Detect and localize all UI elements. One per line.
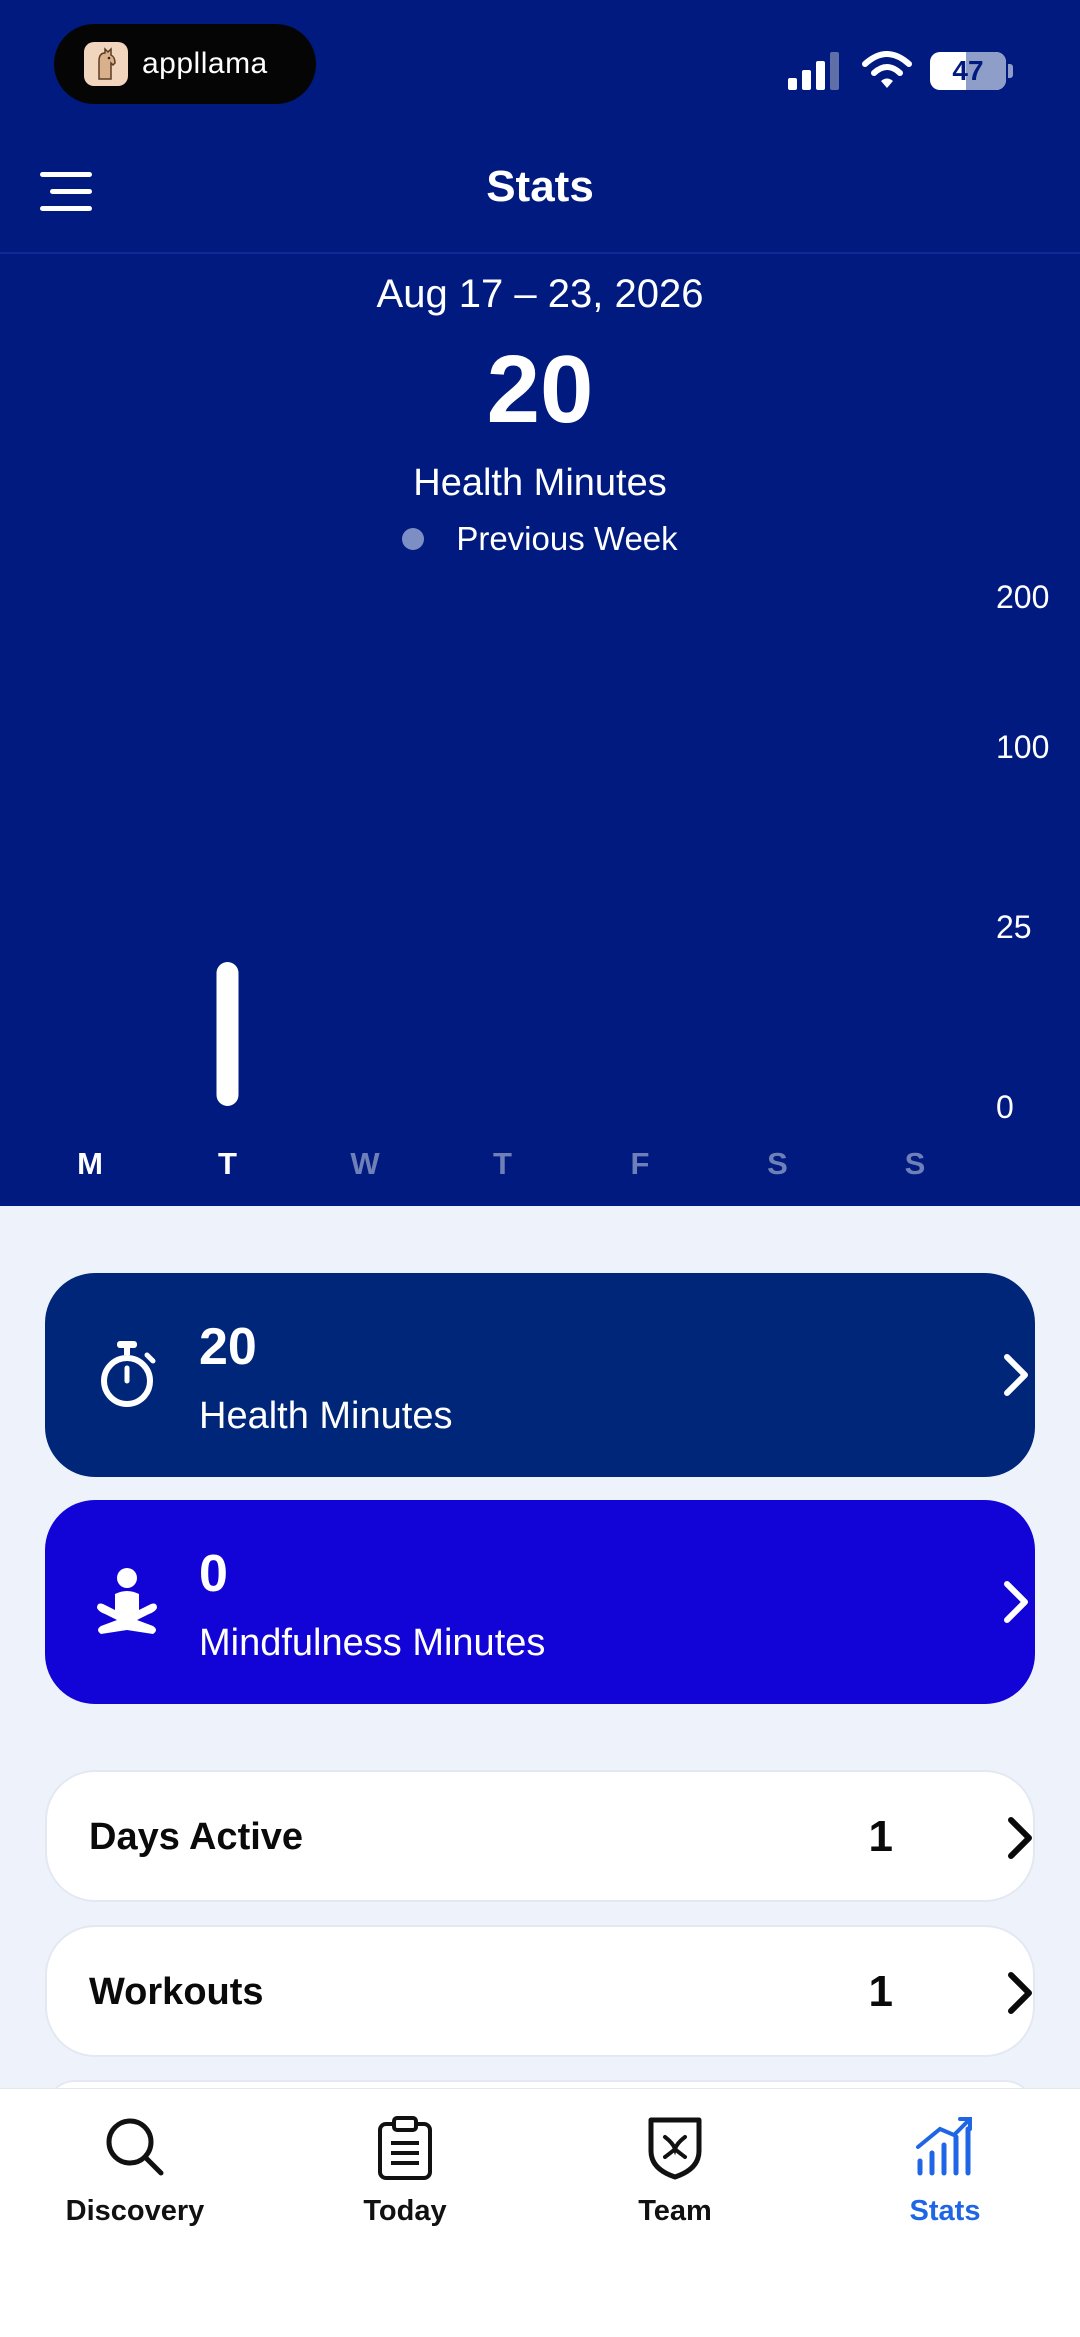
chart-canvas: 200 100 25 0 M T W T F S S (77, 579, 1049, 1181)
x-tick-label: S (767, 1146, 788, 1181)
tab-label: Discovery (65, 2195, 205, 2227)
health-minutes-card[interactable]: 20 Health Minutes (45, 1273, 1035, 1477)
mindfulness-minutes-label: Mindfulness Minutes (199, 1622, 546, 1664)
chevron-right-icon (1008, 1972, 1032, 2014)
days-active-row[interactable]: Days Active 1 (45, 1770, 1035, 1902)
tab-stats[interactable]: Stats (810, 2089, 1080, 2289)
battery-level: 47 (952, 55, 984, 86)
chart-legend: Previous Week (0, 520, 1080, 558)
y-tick-label: 25 (996, 909, 1032, 945)
search-icon (106, 2118, 164, 2176)
y-tick-label: 100 (996, 729, 1049, 765)
weekly-bar-chart: 200 100 25 0 M T W T F S S (0, 560, 1080, 1200)
mindfulness-minutes-value: 0 (199, 1545, 228, 1603)
workouts-label: Workouts (89, 1971, 264, 2013)
workouts-row[interactable]: Workouts 1 (45, 1925, 1035, 2057)
chevron-right-icon (1004, 1354, 1028, 1396)
days-active-label: Days Active (89, 1816, 304, 1858)
chevron-right-icon (1004, 1581, 1028, 1623)
app-badge-label: appllama (142, 47, 268, 80)
x-tick-label: W (350, 1146, 380, 1181)
tab-team[interactable]: Team (540, 2089, 810, 2289)
legend-dot-icon (402, 528, 425, 550)
x-tick-label: F (631, 1146, 650, 1181)
clipboard-icon (378, 2116, 432, 2180)
health-minutes-label: Health Minutes (199, 1395, 453, 1437)
tab-label: Stats (909, 2195, 981, 2227)
battery-icon: 47 (930, 52, 1006, 90)
workouts-value: 1 (868, 1967, 893, 2016)
x-tick-label: T (218, 1146, 237, 1181)
stopwatch-icon (101, 1341, 156, 1407)
y-tick-label: 200 (996, 579, 1049, 615)
status-bar: appllama 47 (0, 0, 1080, 120)
app-badge[interactable]: appllama (54, 24, 316, 104)
days-active-value: 1 (868, 1812, 893, 1861)
shield-icon (648, 2117, 702, 2180)
health-minutes-value: 20 (199, 1318, 257, 1376)
cellular-signal-icon (788, 52, 839, 90)
tab-today[interactable]: Today (270, 2089, 540, 2289)
nav-bar: Stats (0, 132, 1080, 252)
meditation-icon (97, 1568, 157, 1634)
llama-logo-icon (84, 42, 128, 86)
x-tick-label: T (493, 1146, 512, 1181)
x-tick-label: S (905, 1146, 926, 1181)
x-tick-label: M (77, 1146, 103, 1181)
tab-discovery[interactable]: Discovery (0, 2089, 270, 2289)
tab-bar: Discovery Today Team Stats (0, 2088, 1080, 2337)
page-title: Stats (486, 162, 594, 211)
total-value: 20 (486, 336, 594, 443)
y-tick-label: 0 (996, 1089, 1014, 1125)
legend-label: Previous Week (456, 520, 678, 557)
stats-header-panel: appllama 47 Stats Aug 17 – 23, 2026 20 H… (0, 0, 1080, 1206)
tab-label: Today (363, 2195, 447, 2227)
wifi-icon (862, 51, 912, 88)
divider (0, 252, 1080, 254)
chart-bar[interactable] (216, 962, 239, 1106)
chevron-right-icon (1008, 1817, 1032, 1859)
mindfulness-minutes-card[interactable]: 0 Mindfulness Minutes (45, 1500, 1035, 1704)
bar-chart-icon (916, 2117, 972, 2176)
metric-label: Health Minutes (413, 462, 667, 504)
date-range[interactable]: Aug 17 – 23, 2026 (0, 272, 1080, 317)
tab-label: Team (638, 2195, 712, 2227)
